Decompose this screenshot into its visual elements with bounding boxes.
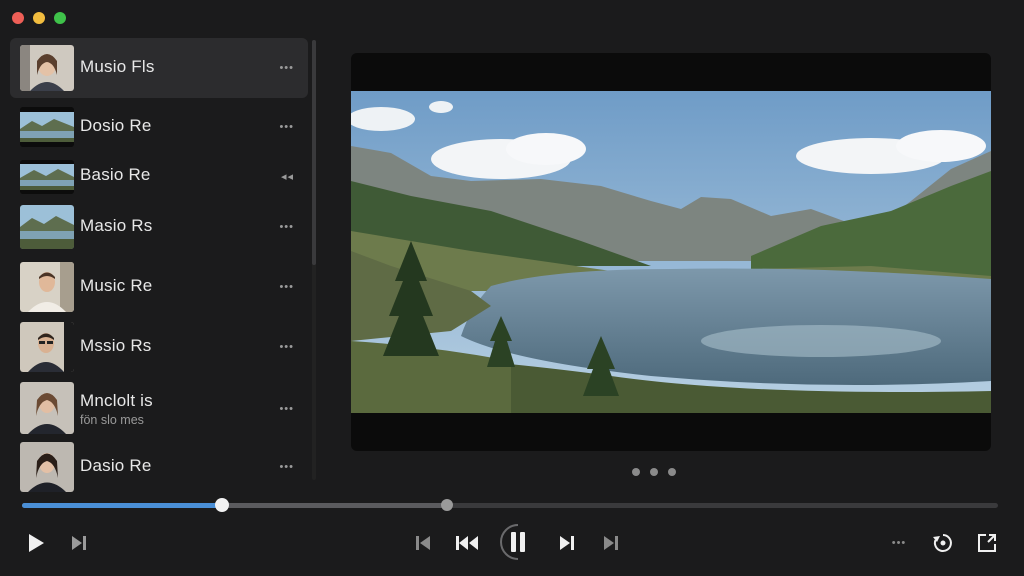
skip-forward-button[interactable]	[600, 530, 622, 556]
playlist-item[interactable]: Dasio Re •••	[10, 437, 308, 497]
playlist-item-title: Mssio Rs	[80, 336, 152, 355]
more-options-icon[interactable]: •••	[279, 121, 294, 133]
playlist-item[interactable]: Mssio Rs •••	[10, 317, 308, 377]
seek-bar[interactable]	[22, 498, 998, 512]
page-dot[interactable]	[668, 468, 676, 476]
playlist-item[interactable]: Musio Fls •••	[10, 38, 308, 98]
thumbnail-landscape	[20, 160, 74, 194]
next-track-button[interactable]	[556, 530, 578, 556]
playlist-item-title: Dasio Re	[80, 456, 152, 475]
playlist-item-title: Music Re	[80, 276, 153, 295]
skip-next-button[interactable]	[68, 530, 90, 556]
more-options-icon[interactable]: •••	[279, 62, 294, 74]
thumbnail-landscape	[20, 205, 74, 249]
skip-forward-icon	[604, 536, 618, 550]
played-range	[22, 503, 223, 508]
playlist: Musio Fls ••• Dosio Re ••• Basio Re ◂◂ M…	[10, 38, 310, 492]
skip-back-icon	[416, 536, 430, 550]
replay-button[interactable]	[930, 530, 956, 556]
page-dot[interactable]	[632, 468, 640, 476]
playlist-item[interactable]: Mnclolt is fön slo mes •••	[10, 379, 308, 439]
thumbnail-portrait	[20, 382, 74, 434]
rewind-small-icon[interactable]: ◂◂	[281, 170, 294, 183]
thumbnail-portrait	[20, 262, 74, 312]
playlist-item-title: Basio Re	[80, 165, 151, 184]
playlist-item[interactable]: Music Re •••	[10, 257, 308, 317]
playlist-scrollbar[interactable]	[312, 40, 316, 480]
more-options-icon[interactable]: •••	[279, 341, 294, 353]
thumbnail-landscape	[20, 107, 74, 147]
more-options-icon[interactable]: •••	[279, 461, 294, 473]
window-controls	[12, 12, 66, 24]
scrollbar-thumb[interactable]	[312, 40, 316, 265]
buffer-handle[interactable]	[440, 499, 453, 511]
more-options-icon[interactable]: •••	[279, 403, 294, 415]
page-dot[interactable]	[650, 468, 658, 476]
pause-button[interactable]	[498, 522, 538, 562]
thumbnail-portrait	[20, 442, 74, 492]
playlist-item[interactable]: Masio Rs •••	[10, 197, 308, 257]
rewind-icon	[456, 536, 478, 550]
fullscreen-button[interactable]	[974, 530, 1000, 556]
play-button[interactable]	[24, 530, 48, 556]
close-window-button[interactable]	[12, 12, 24, 24]
skip-next-icon	[72, 536, 86, 550]
replay-icon	[933, 534, 952, 552]
video-viewport[interactable]	[351, 53, 991, 451]
playlist-item-title: Masio Rs	[80, 216, 153, 235]
playlist-item-title: Musio Fls	[80, 57, 155, 76]
minimize-window-button[interactable]	[33, 12, 45, 24]
next-track-icon	[560, 536, 574, 550]
thumbnail-portrait	[20, 45, 74, 91]
pagination-dots	[632, 468, 676, 476]
playlist-item-title: Mnclolt is	[80, 391, 153, 410]
more-icon[interactable]: •••	[886, 530, 912, 556]
video-frame-landscape	[351, 91, 991, 413]
playlist-item-title: Dosio Re	[80, 116, 152, 135]
more-options-icon[interactable]: •••	[279, 281, 294, 293]
play-icon	[29, 534, 44, 552]
thumbnail-portrait	[20, 322, 74, 372]
pause-icon	[500, 524, 525, 560]
more-options-icon[interactable]: •••	[279, 221, 294, 233]
zoom-window-button[interactable]	[54, 12, 66, 24]
playhead-handle[interactable]	[215, 498, 230, 512]
playlist-item-subtitle: fön slo mes	[80, 413, 144, 427]
rewind-button[interactable]	[454, 530, 480, 556]
fullscreen-icon	[978, 534, 996, 552]
skip-back-button[interactable]	[412, 530, 434, 556]
